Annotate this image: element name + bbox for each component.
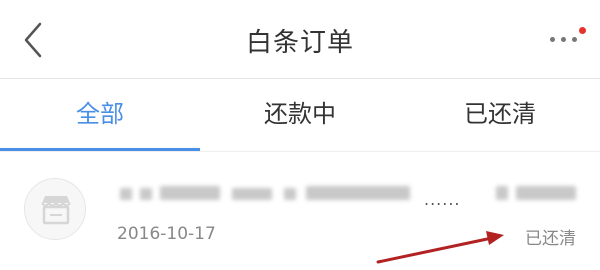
tab-all[interactable]: 全部 (0, 79, 200, 151)
redacted-title (284, 188, 296, 200)
store-avatar (24, 178, 86, 240)
order-date: 2016-10-17 (117, 224, 216, 244)
redacted-title (140, 188, 152, 200)
order-list-item[interactable]: ...... 2016-10-17 已还清 (0, 152, 600, 270)
tab-paid-off[interactable]: 已还清 (400, 79, 600, 151)
redacted-title (306, 186, 410, 200)
redacted-title (232, 188, 272, 200)
redacted-title (120, 188, 132, 200)
order-status: 已还清 (525, 229, 576, 249)
top-bar: 白条订单 (0, 0, 600, 78)
order-title-ellipsis: ...... (424, 190, 461, 209)
tab-repaying[interactable]: 还款中 (200, 79, 400, 151)
more-horizontal-icon (550, 37, 555, 42)
more-button[interactable] (544, 22, 588, 56)
store-icon (41, 196, 71, 225)
redacted-amount (516, 186, 576, 200)
order-tabs: 全部 还款中 已还清 (0, 79, 600, 151)
redacted-amount (496, 186, 508, 200)
page-title: 白条订单 (245, 28, 354, 58)
redacted-title (160, 186, 220, 200)
more-dot (572, 37, 577, 42)
more-dot (561, 37, 566, 42)
notification-dot (579, 27, 586, 34)
